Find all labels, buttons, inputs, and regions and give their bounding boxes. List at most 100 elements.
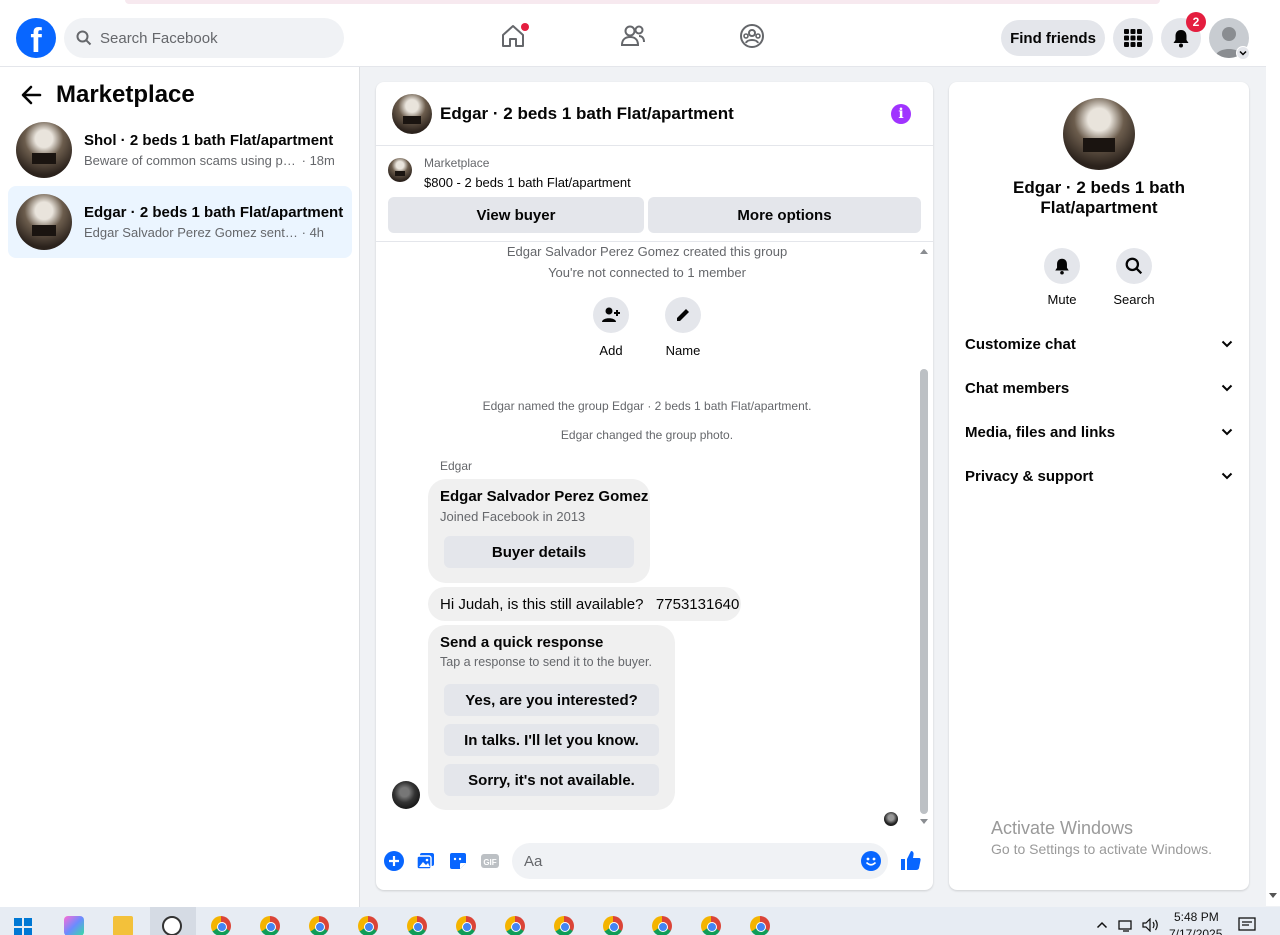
conversation-item[interactable]: Shol · 2 beds 1 bath Flat/apartment Bewa… — [8, 114, 352, 186]
back-arrow-icon[interactable] — [20, 84, 42, 106]
network-icon[interactable] — [1118, 919, 1134, 933]
friends-icon[interactable] — [619, 22, 647, 50]
activate-windows-watermark: Activate Windows Go to Settings to activ… — [991, 818, 1212, 857]
quick-response-in-talks-button[interactable]: In talks. I'll let you know. — [444, 724, 659, 756]
gif-icon[interactable]: GIF — [480, 851, 500, 871]
scroll-up-arrow[interactable] — [920, 249, 928, 254]
buyer-profile-bubble: Edgar Salvador Perez Gomez Joined Facebo… — [428, 479, 650, 583]
conversation-preview-text: Edgar Salvador Perez Gomez sent you... — [84, 225, 298, 240]
media-files-links-section[interactable]: Media, files and links — [965, 414, 1233, 450]
plus-circle-icon[interactable] — [384, 851, 404, 871]
conversation-item-active[interactable]: Edgar · 2 beds 1 bath Flat/apartment Edg… — [8, 186, 352, 258]
chrome-icon[interactable] — [603, 916, 623, 935]
conversation-preview-text: Beware of common scams using pa... — [84, 153, 298, 168]
chrome-icon[interactable] — [407, 916, 427, 935]
view-buyer-button[interactable]: View buyer — [388, 197, 644, 233]
photos-app-icon[interactable] — [162, 916, 182, 935]
svg-text:GIF: GIF — [483, 858, 496, 867]
thread-scrollbar[interactable] — [918, 242, 930, 830]
message-bubble[interactable]: Hi Judah, is this still available? 77531… — [428, 587, 741, 621]
name-group-button[interactable]: Name — [653, 297, 713, 358]
search-icon — [1125, 257, 1143, 275]
sender-avatar[interactable] — [392, 781, 420, 809]
account-menu-chevron[interactable] — [1236, 46, 1250, 60]
taskbar-time[interactable]: 5:48 PM — [1174, 910, 1219, 924]
copilot-icon[interactable] — [64, 916, 84, 935]
search-placeholder[interactable]: Search Facebook — [100, 30, 218, 47]
scrollbar-thumb[interactable] — [920, 369, 928, 814]
add-member-button[interactable]: Add — [581, 297, 641, 358]
listing-thumbnail — [16, 122, 72, 178]
chrome-icon[interactable] — [456, 916, 476, 935]
mute-button[interactable]: Mute — [1032, 248, 1092, 307]
quick-response-not-available-button[interactable]: Sorry, it's not available. — [444, 764, 659, 796]
find-friends-button[interactable]: Find friends — [1001, 20, 1105, 56]
chat-members-section[interactable]: Chat members — [965, 370, 1233, 406]
buyer-details-button[interactable]: Buyer details — [444, 536, 634, 568]
system-message-named: Edgar named the group Edgar · 2 beds 1 b… — [482, 399, 812, 413]
chrome-icon[interactable] — [211, 916, 231, 935]
chat-title[interactable]: Edgar · 2 beds 1 bath Flat/apartment — [440, 104, 734, 124]
menu-button[interactable] — [1113, 18, 1153, 58]
volume-icon[interactable] — [1142, 918, 1160, 932]
emoji-icon[interactable] — [861, 851, 881, 871]
more-options-button[interactable]: More options — [648, 197, 921, 233]
search-box[interactable]: Search Facebook — [64, 18, 344, 58]
scroll-down-arrow[interactable] — [920, 819, 928, 824]
add-person-icon — [602, 307, 620, 322]
quick-response-yes-button[interactable]: Yes, are you interested? — [444, 684, 659, 716]
conversation-details-panel: Edgar · 2 beds 1 bath Flat/apartment Mut… — [949, 82, 1249, 890]
message-thread[interactable]: Edgar Salvador Perez Gomez created this … — [376, 242, 933, 830]
sticker-icon[interactable] — [448, 851, 468, 871]
section-label: Privacy & support — [965, 467, 1094, 485]
conversation-time: · 4h — [301, 225, 325, 240]
conversation-title: Shol · 2 beds 1 bath Flat/apartment — [84, 132, 334, 149]
details-title: Edgar · 2 beds 1 bath Flat/apartment — [1013, 178, 1185, 217]
chrome-icon[interactable] — [652, 916, 672, 935]
thumbs-up-icon[interactable] — [900, 849, 922, 871]
page-scrollbar[interactable] — [1266, 6, 1280, 906]
chevron-up-icon[interactable] — [1096, 921, 1108, 929]
chat-header: Edgar · 2 beds 1 bath Flat/apartment i — [376, 82, 933, 146]
listing-thumbnail[interactable] — [388, 158, 412, 182]
photo-icon[interactable] — [416, 851, 436, 871]
chevron-down-icon — [1221, 472, 1233, 480]
system-message-not-connected: You're not connected to 1 member — [548, 265, 746, 280]
chrome-icon[interactable] — [554, 916, 574, 935]
chrome-icon[interactable] — [701, 916, 721, 935]
quick-response-title: Send a quick response — [440, 634, 604, 651]
home-notification-dot — [521, 23, 529, 31]
search-conversation-button[interactable]: Search — [1104, 248, 1164, 307]
info-icon[interactable]: i — [891, 104, 911, 124]
search-icon — [76, 30, 92, 46]
chrome-icon[interactable] — [505, 916, 525, 935]
page-scroll-down-arrow[interactable] — [1269, 893, 1277, 898]
chrome-icon[interactable] — [309, 916, 329, 935]
listing-price[interactable]: $800 - 2 beds 1 bath Flat/apartment — [424, 175, 631, 190]
chat-group-photo[interactable] — [392, 93, 432, 134]
groups-icon[interactable] — [738, 22, 766, 50]
section-label: Media, files and links — [965, 423, 1116, 441]
marketplace-inbox-sidebar: Marketplace Shol · 2 beds 1 bath Flat/ap… — [0, 67, 360, 907]
message-input[interactable] — [512, 843, 888, 879]
message-text: Hi Judah, is this still available? 77531… — [440, 595, 740, 613]
chrome-icon[interactable] — [260, 916, 280, 935]
system-message-created: Edgar Salvador Perez Gomez created this … — [506, 244, 788, 259]
system-message-photo: Edgar changed the group photo. — [560, 428, 734, 442]
file-explorer-icon[interactable] — [113, 916, 133, 935]
customize-chat-section[interactable]: Customize chat — [965, 326, 1233, 362]
conversation-preview: Edgar Salvador Perez Gomez sent you... ·… — [84, 225, 344, 240]
message-sender-name: Edgar — [440, 459, 473, 473]
chrome-icon[interactable] — [358, 916, 378, 935]
chrome-icon[interactable] — [750, 916, 770, 935]
read-receipt-avatar — [884, 812, 898, 826]
facebook-logo[interactable]: f — [16, 18, 56, 58]
group-photo[interactable] — [1063, 98, 1135, 170]
windows-start-icon[interactable] — [14, 918, 32, 935]
listing-source: Marketplace — [424, 156, 490, 170]
message-composer: GIF — [376, 830, 933, 890]
notification-center-icon[interactable] — [1238, 917, 1256, 933]
taskbar-date[interactable]: 7/17/2025 — [1169, 927, 1222, 935]
privacy-support-section[interactable]: Privacy & support — [965, 458, 1233, 494]
quick-response-subtitle: Tap a response to send it to the buyer. — [440, 655, 652, 669]
